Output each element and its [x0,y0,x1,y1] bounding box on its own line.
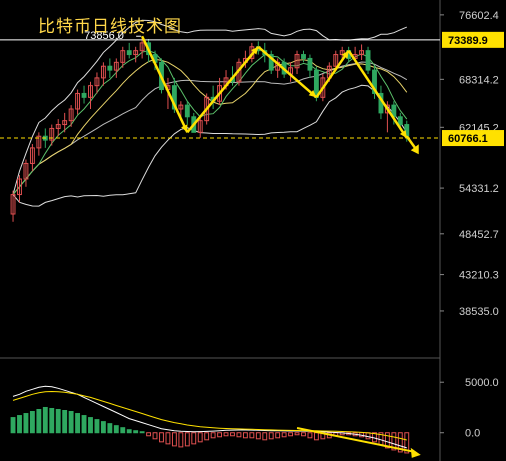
macd-histogram-bar [10,417,16,434]
candle-body [126,50,132,56]
candle-body [184,104,190,118]
macd-histogram-bar [275,432,281,439]
macd-histogram-bar [107,423,113,434]
macd-histogram-bar [184,432,190,447]
macd-histogram-bar [197,432,203,443]
candle-body [365,50,371,71]
support-label: 60766.1 [448,133,488,145]
chart-title: 比特币日线技术图 [38,17,182,37]
candle-body [301,54,306,59]
candle-body [397,116,403,126]
price-tick-label: 54331.2 [459,183,499,195]
price-tick-label: 38535.0 [459,306,499,318]
macd-histogram-bar [133,430,139,434]
bitcoin-daily-chart: 76602.468314.262145.254331.248452.743210… [0,0,504,461]
price-tick-label: 43210.3 [459,270,499,282]
price-tick-label: 76602.4 [459,10,499,22]
macd-histogram-bar [88,417,93,434]
macd-histogram-bar [262,432,268,441]
macd-histogram-bar [81,415,87,434]
macd-histogram-bar [17,415,22,434]
macd-histogram-bar [313,432,319,441]
macd-histogram-bar [139,431,145,434]
macd-histogram-bar [165,432,171,445]
macd-histogram-bar [100,421,106,434]
macd-trend-arrow-head [410,447,421,458]
macd-histogram-bar [230,432,235,437]
macd-histogram-bar [365,432,371,440]
ma20-line [12,61,408,195]
bollinger-upper-line [12,19,407,195]
chart-stage: 76602.4 68314.2 62145.2 54331.2 48452.7 43210… [0,0,506,461]
macd-histogram-bar [75,413,81,434]
macd-histogram-bar [281,432,287,438]
resistance-label: 73389.9 [448,35,488,47]
ma5-line [12,50,408,195]
macd-histogram-bar [242,432,248,439]
macd-histogram-bar [120,427,126,434]
macd-histogram-bar [94,419,100,434]
macd-histogram-bar [113,425,119,434]
macd-histogram-bar [29,411,35,434]
macd-histogram-bar [178,432,184,448]
macd-tick-label: 5000.0 [465,377,499,389]
macd-histogram-bar [204,432,210,441]
macd-histogram-bar [268,432,274,440]
macd-histogram-bar [236,432,242,438]
macd-histogram-bar [307,432,313,439]
macd-histogram-bar [146,432,152,437]
trend-arrow-line [257,45,318,99]
macd-histogram-bar [152,432,158,440]
macd-histogram-bar [191,432,197,445]
macd-histogram-bar [210,432,216,439]
macd-histogram-bar [171,432,177,447]
macd-histogram-bar [36,408,42,434]
candle-body [307,57,313,71]
macd-histogram-bar [55,408,61,434]
trend-arrow-line [347,49,408,139]
macd-histogram-bar [23,413,29,434]
macd-histogram-bar [62,410,68,434]
macd-histogram-bar [288,432,294,437]
price-tick-label: 48452.7 [459,229,499,241]
macd-tick-label: 0.0 [465,428,480,440]
candle-body [107,65,113,71]
price-tick-label: 68314.2 [459,74,499,86]
macd-histogram-bar [68,411,74,434]
macd-histogram-bar [294,432,300,436]
macd-histogram-bar [49,407,55,434]
macd-histogram-bar [249,432,255,439]
macd-histogram-bar [223,432,229,437]
macd-histogram-bar [159,432,164,443]
macd-histogram-bar [255,432,261,440]
candle-body [81,92,87,98]
macd-histogram-bar [42,406,48,434]
trend-arrow-line [140,35,189,133]
macd-histogram-bar [126,429,132,434]
macd-histogram-bar [301,432,306,437]
macd-histogram-bar [217,432,223,438]
ma10-line [12,58,408,195]
